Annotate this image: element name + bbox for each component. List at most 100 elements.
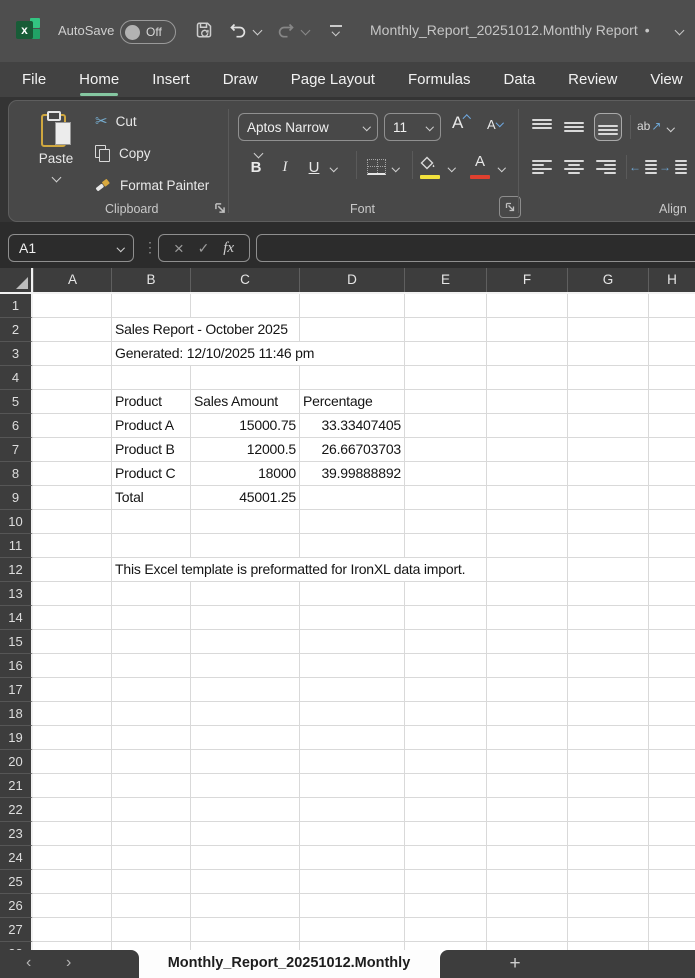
tab-draw[interactable]: Draw bbox=[223, 71, 258, 88]
column-header-B[interactable]: B bbox=[111, 268, 190, 292]
row-9-cells[interactable]: Total 45001.25 bbox=[33, 486, 695, 510]
cell-D6[interactable]: 33.33407405 bbox=[300, 414, 401, 437]
name-box[interactable]: A1 bbox=[8, 234, 134, 262]
tab-view[interactable]: View bbox=[650, 71, 682, 88]
row-5-cells[interactable]: Product Sales Amount Percentage bbox=[33, 390, 695, 414]
enter-icon[interactable]: ✓ bbox=[198, 240, 210, 257]
row-4-cells[interactable] bbox=[33, 366, 695, 390]
name-box-chevron[interactable] bbox=[116, 244, 124, 252]
column-header-H[interactable]: H bbox=[648, 268, 695, 292]
row-header-15[interactable]: 15 bbox=[0, 630, 33, 654]
tab-page-layout[interactable]: Page Layout bbox=[291, 71, 375, 88]
undo-icon[interactable] bbox=[228, 20, 248, 40]
font-color-button[interactable]: A bbox=[469, 147, 491, 175]
font-name-select[interactable]: Aptos Narrow bbox=[238, 113, 378, 141]
title-dropdown-chevron[interactable] bbox=[675, 26, 685, 36]
undo-dropdown-chevron[interactable] bbox=[253, 26, 263, 36]
increase-indent-button[interactable]: → bbox=[661, 159, 687, 175]
cancel-icon[interactable]: × bbox=[174, 240, 184, 257]
row-18-cells[interactable] bbox=[33, 702, 695, 726]
row-12-cells[interactable]: This Excel template is preformatted for … bbox=[33, 558, 695, 582]
paste-dropdown-chevron[interactable] bbox=[51, 173, 61, 183]
middle-align-button[interactable] bbox=[561, 114, 587, 140]
row-header-10[interactable]: 10 bbox=[0, 510, 33, 534]
row-28-cells[interactable] bbox=[33, 942, 695, 950]
redo-icon[interactable] bbox=[276, 20, 296, 40]
tab-insert[interactable]: Insert bbox=[152, 71, 190, 88]
redo-dropdown-chevron[interactable] bbox=[301, 26, 311, 36]
row-header-2[interactable]: 2 bbox=[0, 318, 33, 342]
paste-button[interactable]: Paste bbox=[31, 109, 81, 205]
tab-formulas[interactable]: Formulas bbox=[408, 71, 471, 88]
bold-button[interactable]: B bbox=[246, 153, 266, 181]
cell-B5[interactable]: Product bbox=[112, 390, 165, 413]
column-header-G[interactable]: G bbox=[567, 268, 648, 292]
align-center-button[interactable] bbox=[561, 154, 587, 180]
row-header-21[interactable]: 21 bbox=[0, 774, 33, 798]
save-icon[interactable] bbox=[194, 20, 214, 40]
cell-C6[interactable]: 15000.75 bbox=[191, 414, 296, 437]
prev-sheet-icon[interactable]: ‹ bbox=[26, 955, 31, 971]
row-header-23[interactable]: 23 bbox=[0, 822, 33, 846]
row-header-7[interactable]: 7 bbox=[0, 438, 33, 462]
borders-dropdown-chevron[interactable] bbox=[392, 164, 400, 172]
row-header-18[interactable]: 18 bbox=[0, 702, 33, 726]
row-1-cells[interactable] bbox=[33, 294, 695, 318]
tab-home[interactable]: Home bbox=[79, 71, 119, 88]
orientation-button[interactable]: ab↗ bbox=[637, 119, 661, 133]
quick-access-overflow-icon[interactable] bbox=[330, 25, 342, 35]
row-8-cells[interactable]: Product C 18000 39.99888892 bbox=[33, 462, 695, 486]
tab-review[interactable]: Review bbox=[568, 71, 617, 88]
row-header-28[interactable]: 28 bbox=[0, 942, 33, 950]
cell-D7[interactable]: 26.66703703 bbox=[300, 438, 401, 461]
row-14-cells[interactable] bbox=[33, 606, 695, 630]
row-2-cells[interactable]: Sales Report - October 2025 bbox=[33, 318, 695, 342]
cell-C5[interactable]: Sales Amount bbox=[191, 390, 281, 413]
cell-B2[interactable]: Sales Report - October 2025 bbox=[112, 318, 291, 341]
column-header-C[interactable]: C bbox=[190, 268, 299, 292]
row-25-cells[interactable] bbox=[33, 870, 695, 894]
next-sheet-icon[interactable]: › bbox=[66, 955, 71, 971]
formula-input[interactable] bbox=[256, 234, 695, 262]
fill-color-button[interactable] bbox=[419, 149, 439, 177]
font-size-select[interactable]: 11 bbox=[384, 113, 441, 141]
row-19-cells[interactable] bbox=[33, 726, 695, 750]
row-16-cells[interactable] bbox=[33, 654, 695, 678]
italic-button[interactable]: I bbox=[275, 153, 295, 181]
grow-font-button[interactable]: A bbox=[452, 113, 470, 141]
row-header-27[interactable]: 27 bbox=[0, 918, 33, 942]
cut-button[interactable]: ✂ Cut bbox=[95, 111, 137, 131]
select-all-button[interactable] bbox=[0, 268, 33, 292]
row-20-cells[interactable] bbox=[33, 750, 695, 774]
cell-D5[interactable]: Percentage bbox=[300, 390, 376, 413]
row-header-1[interactable]: 1 bbox=[0, 294, 33, 318]
row-header-17[interactable]: 17 bbox=[0, 678, 33, 702]
column-header-E[interactable]: E bbox=[404, 268, 486, 292]
formula-bar-divider-dots[interactable]: ⋮ bbox=[143, 239, 157, 256]
row-21-cells[interactable] bbox=[33, 774, 695, 798]
cell-B6[interactable]: Product A bbox=[112, 414, 177, 437]
row-header-19[interactable]: 19 bbox=[0, 726, 33, 750]
cell-B9[interactable]: Total bbox=[112, 486, 147, 509]
row-header-24[interactable]: 24 bbox=[0, 846, 33, 870]
row-17-cells[interactable] bbox=[33, 678, 695, 702]
row-header-12[interactable]: 12 bbox=[0, 558, 33, 582]
tab-file[interactable]: File bbox=[22, 71, 46, 88]
cell-D8[interactable]: 39.99888892 bbox=[300, 462, 401, 485]
format-painter-button[interactable]: Format Painter bbox=[95, 175, 209, 195]
row-header-26[interactable]: 26 bbox=[0, 894, 33, 918]
row-3-cells[interactable]: Generated: 12/10/2025 11:46 pm bbox=[33, 342, 695, 366]
row-header-20[interactable]: 20 bbox=[0, 750, 33, 774]
row-header-9[interactable]: 9 bbox=[0, 486, 33, 510]
row-header-14[interactable]: 14 bbox=[0, 606, 33, 630]
row-13-cells[interactable] bbox=[33, 582, 695, 606]
row-header-5[interactable]: 5 bbox=[0, 390, 33, 414]
column-header-D[interactable]: D bbox=[299, 268, 404, 292]
row-header-16[interactable]: 16 bbox=[0, 654, 33, 678]
cell-C7[interactable]: 12000.5 bbox=[191, 438, 296, 461]
row-10-cells[interactable] bbox=[33, 510, 695, 534]
row-header-13[interactable]: 13 bbox=[0, 582, 33, 606]
align-left-button[interactable] bbox=[529, 154, 555, 180]
row-15-cells[interactable] bbox=[33, 630, 695, 654]
copy-button[interactable]: Copy bbox=[95, 143, 151, 163]
